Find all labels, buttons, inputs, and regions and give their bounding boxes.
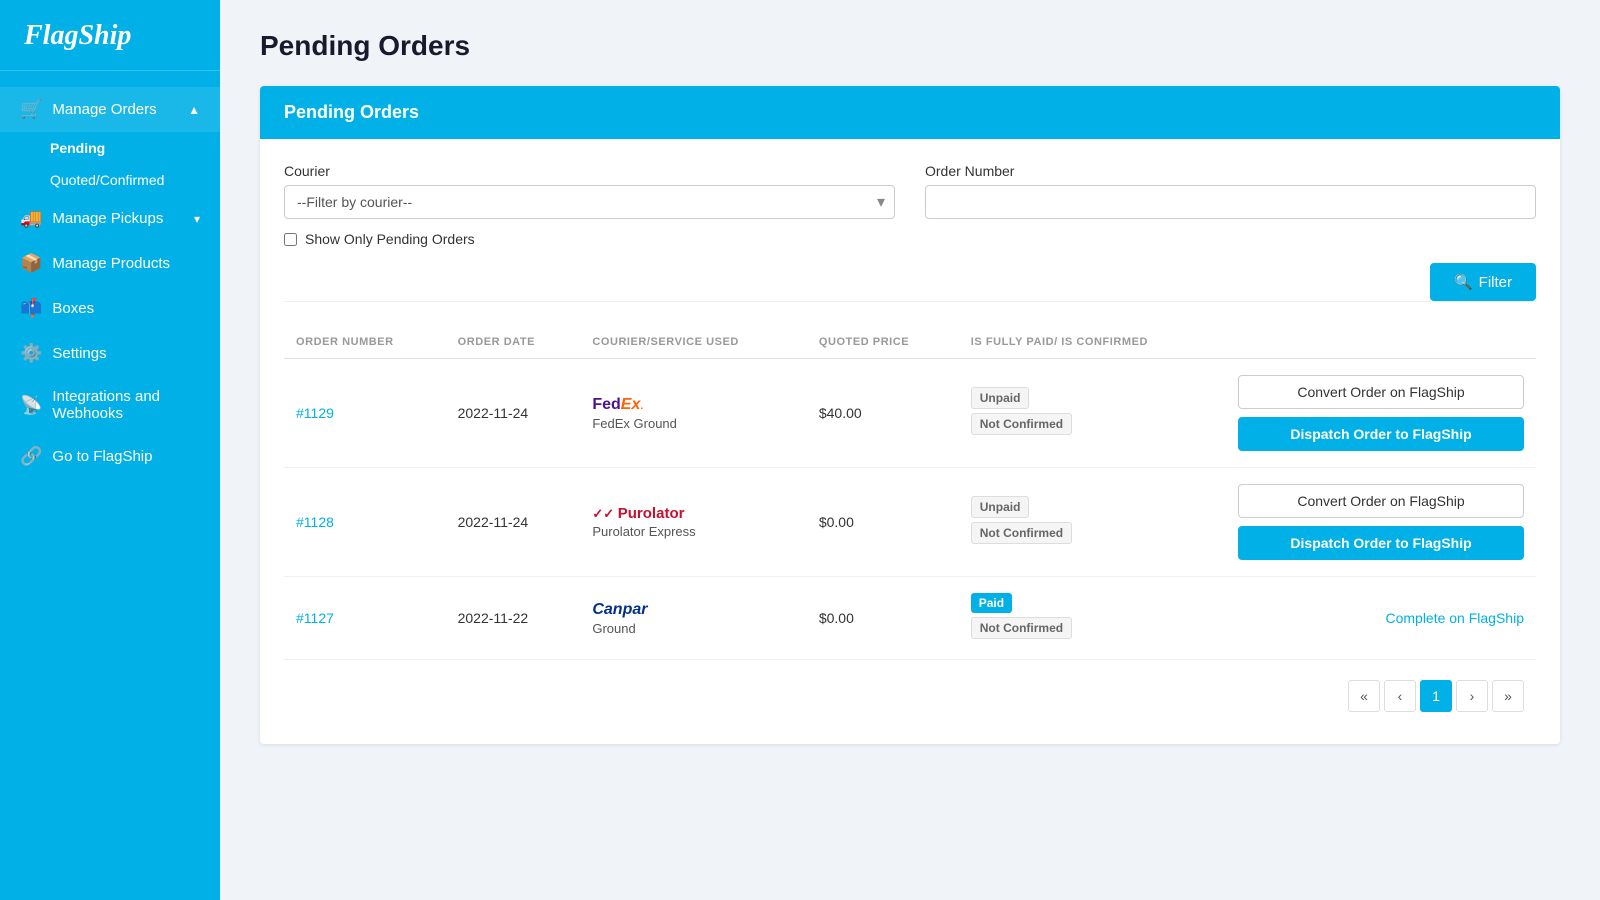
sidebar-item-manage-pickups[interactable]: 🚚 Manage Pickups ▾	[0, 196, 220, 241]
sidebar-item-boxes[interactable]: 📫 Boxes	[0, 286, 220, 331]
order-number-cell: #1129	[284, 359, 446, 468]
sidebar-sub-item-quoted-confirmed[interactable]: Quoted/Confirmed	[0, 164, 220, 196]
dispatch-order-button[interactable]: Dispatch Order to FlagShip	[1238, 526, 1524, 560]
orders-tbody: #1129 2022-11-24 FedEx.FedEx Ground $40.…	[284, 359, 1536, 660]
logo: FlagShip	[0, 0, 220, 71]
order-date-cell: 2022-11-24	[446, 468, 581, 577]
col-payment-confirm: IS FULLY PAID/ IS CONFIRMED	[959, 326, 1226, 359]
divider	[284, 301, 1536, 302]
sidebar-item-settings[interactable]: ⚙️ Settings	[0, 331, 220, 376]
box-icon: 📦	[20, 253, 42, 274]
col-courier: COURIER/SERVICE USED	[580, 326, 807, 359]
pagination-last[interactable]: »	[1492, 680, 1524, 712]
card-header: Pending Orders	[260, 86, 1560, 139]
sidebar-item-go-flagship-label: Go to FlagShip	[52, 448, 152, 465]
dispatch-order-button[interactable]: Dispatch Order to FlagShip	[1238, 417, 1524, 451]
order-number-cell: #1127	[284, 577, 446, 660]
confirm-status-badge: Not Confirmed	[971, 413, 1072, 435]
order-number-filter-label: Order Number	[925, 163, 1536, 179]
action-cell: Convert Order on FlagShip Dispatch Order…	[1226, 468, 1536, 577]
sidebar-item-manage-pickups-label: Manage Pickups	[52, 210, 163, 227]
table-row: #1129 2022-11-24 FedEx.FedEx Ground $40.…	[284, 359, 1536, 468]
convert-order-button[interactable]: Convert Order on FlagShip	[1238, 375, 1524, 409]
pagination-next[interactable]: ›	[1456, 680, 1488, 712]
col-actions	[1226, 326, 1536, 359]
truck-icon: 🚚	[20, 208, 42, 229]
order-number-link[interactable]: #1128	[296, 514, 334, 530]
quoted-price-cell: $0.00	[807, 577, 959, 660]
courier-filter-group: Courier --Filter by courier-- FedEx Puro…	[284, 163, 895, 219]
chevron-down-icon: ▾	[194, 212, 200, 226]
action-cell: Convert Order on FlagShip Dispatch Order…	[1226, 359, 1536, 468]
main-content: Pending Orders Pending Orders Courier --…	[220, 0, 1600, 900]
pagination: « ‹ 1 › »	[284, 660, 1536, 720]
sidebar-nav: 🛒 Manage Orders ▲ Pending Quoted/Confirm…	[0, 71, 220, 900]
table-row: #1128 2022-11-24 ✓✓ PurolatorPurolator E…	[284, 468, 1536, 577]
mailbox-icon: 📫	[20, 298, 42, 319]
external-link-icon: 🔗	[20, 446, 42, 467]
courier-cell: FedEx.FedEx Ground	[580, 359, 807, 468]
payment-status-cell: Unpaid Not Confirmed	[959, 359, 1226, 468]
table-wrapper: ORDER NUMBER ORDER DATE COURIER/SERVICE …	[284, 326, 1536, 660]
courier-cell: CanparGround	[580, 577, 807, 660]
pagination-current[interactable]: 1	[1420, 680, 1452, 712]
confirm-status-badge: Not Confirmed	[971, 617, 1072, 639]
filter-button[interactable]: 🔍 Filter	[1430, 263, 1536, 301]
order-date-cell: 2022-11-24	[446, 359, 581, 468]
sidebar-item-settings-label: Settings	[52, 345, 106, 362]
card-body: Courier --Filter by courier-- FedEx Puro…	[260, 139, 1560, 744]
confirm-status-badge: Not Confirmed	[971, 522, 1072, 544]
order-date-cell: 2022-11-22	[446, 577, 581, 660]
payment-status-cell: Unpaid Not Confirmed	[959, 468, 1226, 577]
sidebar-item-integrations[interactable]: 📡 Integrations and Webhooks	[0, 376, 220, 434]
table-row: #1127 2022-11-22 CanparGround $0.00 Paid…	[284, 577, 1536, 660]
order-number-link[interactable]: #1129	[296, 405, 334, 421]
sidebar-sub-item-pending[interactable]: Pending	[0, 132, 220, 164]
sidebar-item-manage-products-label: Manage Products	[52, 255, 170, 272]
sidebar-item-go-flagship[interactable]: 🔗 Go to FlagShip	[0, 434, 220, 479]
sidebar: FlagShip 🛒 Manage Orders ▲ Pending Quote…	[0, 0, 220, 900]
orders-card: Pending Orders Courier --Filter by couri…	[260, 86, 1560, 744]
webhook-icon: 📡	[20, 395, 42, 416]
action-cell: Complete on FlagShip	[1226, 577, 1536, 660]
convert-order-button[interactable]: Convert Order on FlagShip	[1238, 484, 1524, 518]
order-number-cell: #1128	[284, 468, 446, 577]
quoted-price-cell: $40.00	[807, 359, 959, 468]
gear-icon: ⚙️	[20, 343, 42, 364]
pagination-prev[interactable]: ‹	[1384, 680, 1416, 712]
sidebar-item-manage-orders-label: Manage Orders	[52, 101, 156, 118]
courier-select[interactable]: --Filter by courier-- FedEx Purolator Ca…	[284, 185, 895, 219]
col-order-date: ORDER DATE	[446, 326, 581, 359]
courier-select-wrapper: --Filter by courier-- FedEx Purolator Ca…	[284, 185, 895, 219]
order-number-input[interactable]	[925, 185, 1536, 219]
orders-table: ORDER NUMBER ORDER DATE COURIER/SERVICE …	[284, 326, 1536, 660]
courier-filter-label: Courier	[284, 163, 895, 179]
show-pending-checkbox[interactable]	[284, 233, 297, 246]
filter-row: Courier --Filter by courier-- FedEx Puro…	[284, 163, 1536, 219]
courier-cell: ✓✓ PurolatorPurolator Express	[580, 468, 807, 577]
col-order-number: ORDER NUMBER	[284, 326, 446, 359]
sidebar-item-manage-products[interactable]: 📦 Manage Products	[0, 241, 220, 286]
quoted-price-cell: $0.00	[807, 468, 959, 577]
order-number-filter-group: Order Number	[925, 163, 1536, 219]
pagination-first[interactable]: «	[1348, 680, 1380, 712]
search-icon: 🔍	[1454, 273, 1473, 291]
pending-orders-checkbox-row: Show Only Pending Orders	[284, 231, 1536, 247]
page-title: Pending Orders	[260, 30, 1560, 62]
table-header: ORDER NUMBER ORDER DATE COURIER/SERVICE …	[284, 326, 1536, 359]
chevron-up-icon: ▲	[188, 103, 200, 117]
order-number-link[interactable]: #1127	[296, 610, 334, 626]
filter-btn-row: 🔍 Filter	[284, 263, 1536, 301]
sidebar-item-boxes-label: Boxes	[52, 300, 94, 317]
sidebar-item-integrations-label: Integrations and Webhooks	[52, 388, 200, 422]
payment-status-cell: Paid Not Confirmed	[959, 577, 1226, 660]
col-price: QUOTED PRICE	[807, 326, 959, 359]
complete-flagship-link[interactable]: Complete on FlagShip	[1385, 610, 1524, 626]
sidebar-item-manage-orders[interactable]: 🛒 Manage Orders ▲	[0, 87, 220, 132]
show-pending-label: Show Only Pending Orders	[305, 231, 475, 247]
cart-icon: 🛒	[20, 99, 42, 120]
